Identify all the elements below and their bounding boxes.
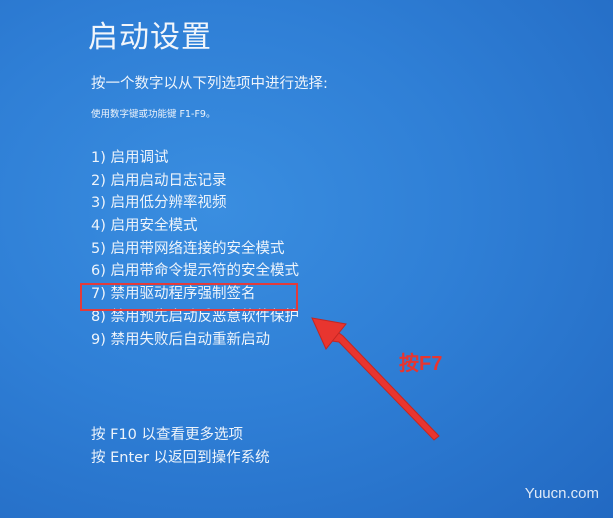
footer-more-options[interactable]: 按 F10 以查看更多选项 xyxy=(91,424,270,447)
watermark: Yuucn.com xyxy=(524,485,599,502)
option-disable-auto-restart[interactable]: 9) 禁用失败后自动重新启动 xyxy=(91,329,299,352)
option-7-highlight-box xyxy=(80,283,298,311)
startup-settings-screen: 启动设置 按一个数字以从下列选项中进行选择: 使用数字键或功能键 F1-F9。 … xyxy=(0,0,613,518)
key-hint: 使用数字键或功能键 F1-F9。 xyxy=(91,109,216,120)
option-enable-debugging[interactable]: 1) 启用调试 xyxy=(91,147,299,170)
option-enable-safe-mode[interactable]: 4) 启用安全模式 xyxy=(91,215,299,238)
option-enable-low-resolution-video[interactable]: 3) 启用低分辨率视频 xyxy=(91,192,299,215)
footer-instructions: 按 F10 以查看更多选项 按 Enter 以返回到操作系统 xyxy=(91,424,270,470)
startup-options-list: 1) 启用调试 2) 启用启动日志记录 3) 启用低分辨率视频 4) 启用安全模… xyxy=(91,147,299,351)
option-safe-mode-command-prompt[interactable]: 6) 启用带命令提示符的安全模式 xyxy=(91,260,299,283)
option-enable-boot-logging[interactable]: 2) 启用启动日志记录 xyxy=(91,170,299,193)
footer-return-os[interactable]: 按 Enter 以返回到操作系统 xyxy=(91,447,270,470)
option-safe-mode-networking[interactable]: 5) 启用带网络连接的安全模式 xyxy=(91,238,299,261)
page-title: 启动设置 xyxy=(88,20,212,55)
selection-prompt: 按一个数字以从下列选项中进行选择: xyxy=(91,76,328,92)
annotation-press-f7: 按F7 xyxy=(399,353,443,375)
